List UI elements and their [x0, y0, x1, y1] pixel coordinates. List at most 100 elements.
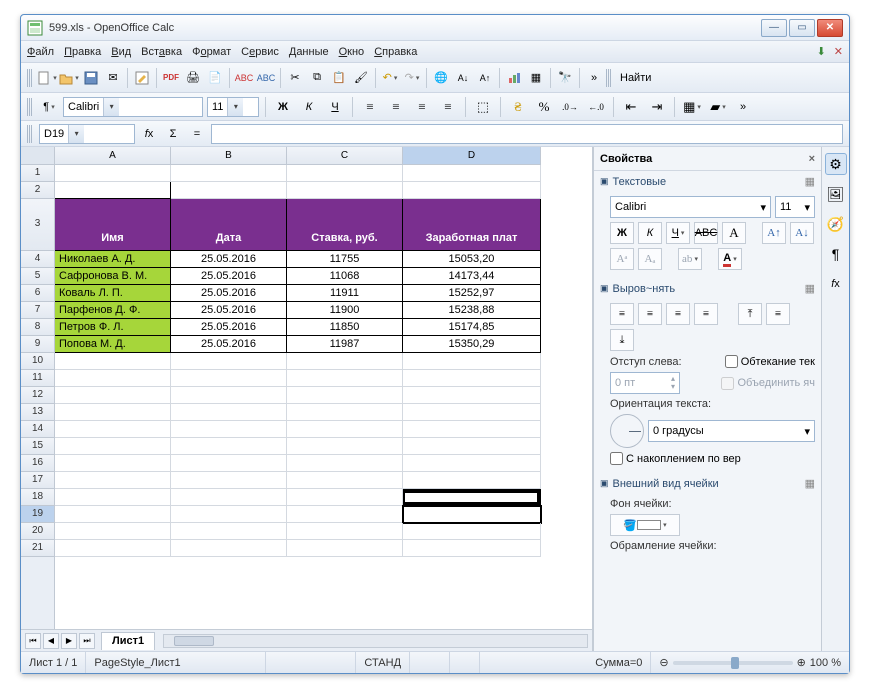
cell[interactable]: Заработная плат	[403, 199, 541, 251]
select-all-corner[interactable]	[21, 147, 54, 165]
row-header[interactable]: 2	[21, 182, 54, 199]
row-header[interactable]: 20	[21, 523, 54, 540]
cell[interactable]: 15174,85	[403, 319, 541, 336]
row-header[interactable]: 7	[21, 302, 54, 319]
section-cell[interactable]: ▣Внешний вид ячейки▦	[594, 473, 821, 494]
cell[interactable]: 11911	[287, 285, 403, 302]
menu-data[interactable]: Данные	[289, 46, 329, 58]
row-header[interactable]: 12	[21, 387, 54, 404]
cell[interactable]	[287, 506, 403, 523]
row-header[interactable]: 5	[21, 268, 54, 285]
cell[interactable]: Петров Ф. Л.	[55, 319, 171, 336]
save-button[interactable]	[81, 68, 101, 88]
print-button[interactable]: 🖨	[183, 68, 203, 88]
row-header[interactable]: 9	[21, 336, 54, 353]
column-header[interactable]: C	[287, 147, 403, 165]
minimize-button[interactable]: —	[761, 19, 787, 37]
cell[interactable]: 25.05.2016	[171, 319, 287, 336]
sort-desc-button[interactable]: A↑	[475, 68, 495, 88]
cell[interactable]	[287, 421, 403, 438]
sum-button[interactable]: Σ	[163, 124, 183, 144]
cell[interactable]: Коваль Л. П.	[55, 285, 171, 302]
cell[interactable]	[55, 523, 171, 540]
row-header[interactable]: 1	[21, 165, 54, 182]
find-handle[interactable]	[606, 69, 612, 87]
status-sum[interactable]: Сумма=0	[480, 652, 651, 673]
fill-color-button[interactable]: ▰	[707, 97, 729, 117]
currency-button[interactable]: ₴	[507, 97, 529, 117]
copy-button[interactable]: ⧉	[307, 68, 327, 88]
spellcheck-button[interactable]: ABC	[234, 68, 254, 88]
zoom-slider[interactable]	[673, 661, 793, 665]
new-doc-button[interactable]	[37, 68, 57, 88]
cell[interactable]: Попова М. Д.	[55, 336, 171, 353]
panel-grow-font-button[interactable]: A↑	[762, 222, 786, 244]
underline-button[interactable]: Ч	[324, 97, 346, 117]
cell[interactable]	[403, 421, 541, 438]
prev-sheet-button[interactable]: ◀	[43, 633, 59, 649]
cell[interactable]	[171, 182, 287, 199]
cell[interactable]	[171, 455, 287, 472]
wrap-checkbox[interactable]: Обтекание тек	[725, 355, 815, 368]
menu-close-icon[interactable]: ✕	[834, 45, 843, 58]
cell[interactable]	[171, 404, 287, 421]
cell[interactable]	[55, 353, 171, 370]
panel-shrink-font-button[interactable]: A↓	[790, 222, 814, 244]
align-justify-button[interactable]: ≡	[437, 97, 459, 117]
sidebar-gallery-icon[interactable]: 🖼	[825, 183, 847, 205]
percent-button[interactable]: %	[533, 97, 555, 117]
cell[interactable]	[287, 182, 403, 199]
menu-file[interactable]: Файл	[27, 46, 54, 58]
first-sheet-button[interactable]: ⏮	[25, 633, 41, 649]
font-name-combo[interactable]: Calibri▾	[63, 97, 203, 117]
status-mode[interactable]: СТАНД	[356, 652, 410, 673]
email-button[interactable]: ✉	[103, 68, 123, 88]
cell[interactable]	[403, 182, 541, 199]
pdf-export-button[interactable]: PDF	[161, 68, 181, 88]
maximize-button[interactable]: ▭	[789, 19, 815, 37]
cell[interactable]	[171, 438, 287, 455]
panel-underline-button[interactable]: Ч	[666, 222, 690, 244]
cell[interactable]	[287, 438, 403, 455]
chart-button[interactable]	[504, 68, 524, 88]
cell[interactable]	[171, 506, 287, 523]
align-right-button[interactable]: ≡	[411, 97, 433, 117]
menu-format[interactable]: Формат	[192, 46, 231, 58]
cell[interactable]: 15350,29	[403, 336, 541, 353]
panel-shadow-button[interactable]: A	[722, 222, 746, 244]
cell[interactable]	[171, 472, 287, 489]
sidebar-functions-icon[interactable]: fx	[825, 273, 847, 295]
cell[interactable]	[55, 506, 171, 523]
row-header[interactable]: 13	[21, 404, 54, 421]
cell[interactable]	[287, 489, 403, 506]
row-header[interactable]: 14	[21, 421, 54, 438]
remove-decimal-button[interactable]: ←.0	[585, 97, 607, 117]
cell[interactable]: Имя	[55, 199, 171, 251]
next-sheet-button[interactable]: ▶	[61, 633, 77, 649]
cell[interactable]	[403, 472, 541, 489]
cell[interactable]: 25.05.2016	[171, 302, 287, 319]
row-header[interactable]: 10	[21, 353, 54, 370]
decrease-indent-button[interactable]: ⇤	[620, 97, 642, 117]
cell[interactable]	[287, 165, 403, 182]
orientation-dial[interactable]	[610, 414, 644, 448]
cell[interactable]	[55, 540, 171, 557]
cell[interactable]: Николаев А. Д.	[55, 251, 171, 268]
column-header[interactable]: D	[403, 147, 541, 165]
navigator-button[interactable]: 🔭	[555, 68, 575, 88]
autospell-button[interactable]: ABC	[256, 68, 276, 88]
merge-cells-button[interactable]: ⬚	[472, 97, 494, 117]
row-header[interactable]: 8	[21, 319, 54, 336]
row-header[interactable]: 18	[21, 489, 54, 506]
toolbar-more-icon[interactable]: »	[584, 68, 604, 88]
toolbar-handle[interactable]	[27, 69, 33, 87]
cell[interactable]	[171, 489, 287, 506]
equals-button[interactable]: =	[187, 124, 207, 144]
show-grid-button[interactable]: ▦	[526, 68, 546, 88]
cell[interactable]	[55, 182, 171, 199]
row-header[interactable]: 21	[21, 540, 54, 557]
cell[interactable]	[403, 455, 541, 472]
cell[interactable]	[403, 540, 541, 557]
cut-button[interactable]: ✂	[285, 68, 305, 88]
align-left-button[interactable]: ≡	[359, 97, 381, 117]
